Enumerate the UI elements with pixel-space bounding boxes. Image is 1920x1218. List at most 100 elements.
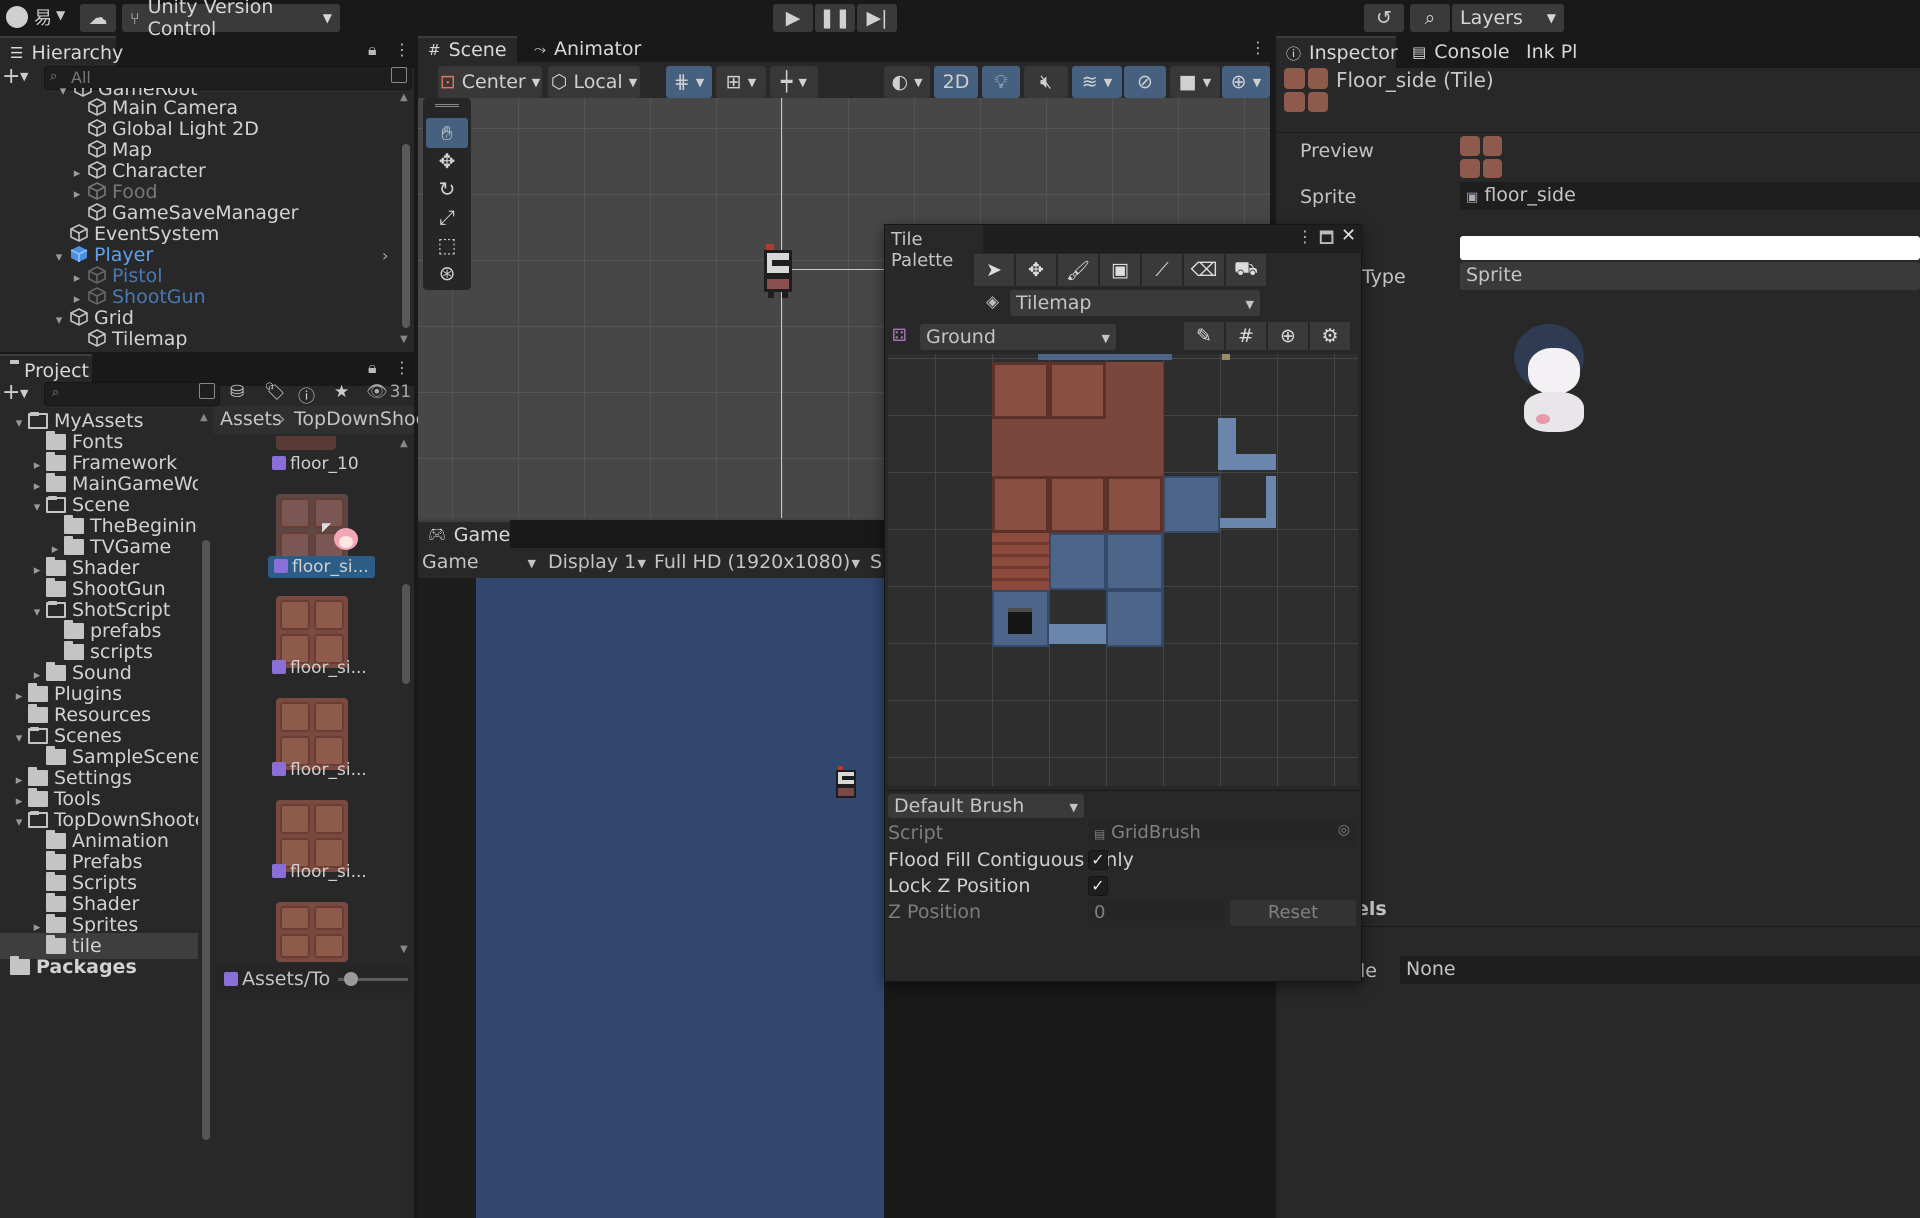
more-options-icon[interactable]: ⋮: [394, 40, 410, 59]
scroll-down-icon[interactable]: ▼: [400, 944, 408, 955]
tile[interactable]: [1049, 362, 1106, 419]
expand-arrow-icon[interactable]: ▾: [50, 308, 68, 334]
expand-arrow-icon[interactable]: ▾: [50, 245, 68, 271]
scroll-up-icon[interactable]: ▲: [400, 92, 408, 103]
chevron-down-icon[interactable]: ▼: [56, 8, 65, 22]
expand-arrow-icon[interactable]: ▸: [68, 182, 86, 208]
hand-tool-icon[interactable]: ✋︎: [426, 118, 468, 148]
tile[interactable]: [1163, 476, 1220, 533]
search-button[interactable]: ⌕: [1410, 4, 1450, 32]
version-control-dropdown[interactable]: ⑂ Unity Version Control ▼: [122, 0, 340, 40]
space-local-dropdown[interactable]: ⬡ Local ▼: [548, 66, 640, 98]
lighting-toggle[interactable]: 💡︎: [982, 66, 1020, 98]
transform-tool-icon[interactable]: ⊛: [426, 258, 468, 288]
lock-icon[interactable]: 🔒︎: [368, 358, 377, 378]
player-sprite[interactable]: [756, 242, 802, 300]
more-options-icon[interactable]: ⋮: [1250, 38, 1266, 57]
chevron-right-icon[interactable]: ›: [382, 246, 388, 265]
tile[interactable]: [1106, 419, 1163, 476]
step-button[interactable]: ▶|: [857, 4, 897, 32]
active-tilemap-dropdown[interactable]: Tilemap ▼: [1010, 290, 1260, 316]
lock-icon[interactable]: 🔒︎: [368, 40, 377, 60]
grid-snap-toggle[interactable]: ⋕ ▼: [666, 66, 712, 98]
tree-item-tilemap[interactable]: Tilemap: [86, 326, 187, 350]
flood-fill-checkbox[interactable]: ✓: [1088, 850, 1108, 870]
asset-label[interactable]: floor_10: [272, 454, 359, 474]
tile[interactable]: [1049, 476, 1106, 533]
tab-scene[interactable]: # Scene: [418, 36, 517, 62]
tile[interactable]: [992, 476, 1049, 533]
tile[interactable]: [1106, 362, 1163, 419]
move-tool-icon[interactable]: ✥: [426, 146, 468, 176]
gizmos-dropdown[interactable]: ⊕ ▼: [1222, 66, 1270, 98]
more-options-icon[interactable]: ⋮: [394, 358, 410, 377]
asset-thumbnail[interactable]: [276, 902, 348, 962]
scene-visibility-toggle[interactable]: ⊘: [1124, 66, 1166, 98]
camera-dropdown[interactable]: ■ ▼: [1170, 66, 1220, 98]
create-plus-icon[interactable]: +: [2, 380, 20, 405]
ruler-toggle[interactable]: ┿ ▼: [770, 66, 818, 98]
display-dropdown[interactable]: Display 1 ▼: [548, 551, 646, 575]
more-options-icon[interactable]: ⋮: [1297, 227, 1313, 246]
expand-search-icon[interactable]: [391, 67, 407, 83]
asset-label-selected[interactable]: floor_si...: [268, 556, 375, 578]
scroll-down-icon[interactable]: ▼: [400, 334, 408, 345]
type-dropdown[interactable]: Sprite: [1460, 262, 1920, 290]
drag-handle-icon[interactable]: [435, 104, 459, 107]
tile[interactable]: [1106, 476, 1163, 533]
gizmo-toggle-button[interactable]: ⊕: [1268, 322, 1308, 350]
hierarchy-search-input[interactable]: All: [44, 66, 412, 90]
asset-label[interactable]: floor_si...: [272, 760, 367, 780]
paint-tool-button[interactable]: 🖌︎: [1058, 254, 1098, 286]
resolution-dropdown[interactable]: Full HD (1920x1080) ▼: [654, 551, 860, 575]
fill-tool-button[interactable]: ⛟: [1226, 254, 1266, 286]
rect-tool-icon[interactable]: ⬚: [426, 230, 468, 260]
erase-tool-button[interactable]: ⌫: [1184, 254, 1224, 286]
asset-label[interactable]: floor_si...: [272, 658, 367, 678]
tab-console[interactable]: ▤ Console: [1402, 36, 1520, 68]
tab-ink[interactable]: Ink Pl: [1516, 36, 1587, 68]
tile[interactable]: [992, 533, 1049, 590]
close-icon[interactable]: ✕: [1341, 225, 1356, 246]
2d-mode-toggle[interactable]: 2D: [934, 66, 978, 98]
folder-tree-scrollbar[interactable]: [202, 540, 210, 1140]
tile-palette-title[interactable]: Tile Palette: [885, 225, 983, 271]
increment-snap-toggle[interactable]: ⊞ ▼: [716, 66, 766, 98]
filter-type-icon[interactable]: ⛁: [230, 382, 244, 402]
slider-handle[interactable]: [344, 972, 358, 986]
filter-label-icon[interactable]: 🏷︎: [264, 382, 286, 402]
scroll-up-icon[interactable]: ▲: [400, 438, 408, 449]
account-icon[interactable]: [6, 6, 28, 28]
hierarchy-scrollbar[interactable]: [402, 144, 410, 328]
pivot-center-dropdown[interactable]: ⊡ Center ▼: [438, 66, 542, 98]
play-button[interactable]: ▶: [773, 4, 813, 32]
rotate-tool-icon[interactable]: ↻: [426, 174, 468, 204]
warning-filter-icon[interactable]: ⓘ: [298, 382, 315, 407]
asset-thumbnail[interactable]: [276, 436, 336, 450]
tab-animator[interactable]: ⤳ Animator: [524, 36, 651, 62]
game-view-dropdown[interactable]: Game ▼: [422, 551, 536, 575]
box-fill-tool-button[interactable]: ▣: [1100, 254, 1140, 286]
bottom-field-value[interactable]: None: [1400, 956, 1920, 984]
brush-dropdown[interactable]: Default Brush ▼: [888, 794, 1084, 818]
tile[interactable]: [1049, 419, 1106, 476]
scroll-up-icon[interactable]: ▲: [200, 412, 208, 423]
chevron-down-icon[interactable]: ▼: [20, 70, 28, 83]
tile[interactable]: [1106, 533, 1163, 590]
color-field[interactable]: [1460, 236, 1920, 260]
tile[interactable]: [1106, 590, 1163, 647]
move-tool-button[interactable]: ✥: [1016, 254, 1056, 286]
chevron-down-icon[interactable]: ▼: [20, 387, 28, 400]
palette-settings-button[interactable]: ⚙: [1310, 322, 1350, 350]
grid-toggle-button[interactable]: #: [1226, 322, 1266, 350]
breadcrumb-item[interactable]: Assets: [220, 408, 282, 430]
asset-label[interactable]: floor_si...: [272, 862, 367, 882]
effects-toggle[interactable]: ≋ ▼: [1072, 66, 1122, 98]
tile[interactable]: [992, 590, 1049, 647]
project-search-input[interactable]: [44, 382, 220, 406]
scale-label[interactable]: S: [870, 551, 882, 573]
draw-mode-dropdown[interactable]: ◐ ▼: [884, 66, 930, 98]
favorite-star-icon[interactable]: ★: [334, 382, 349, 402]
create-plus-icon[interactable]: +: [2, 64, 20, 89]
layers-dropdown[interactable]: Layers ▼: [1452, 4, 1564, 32]
